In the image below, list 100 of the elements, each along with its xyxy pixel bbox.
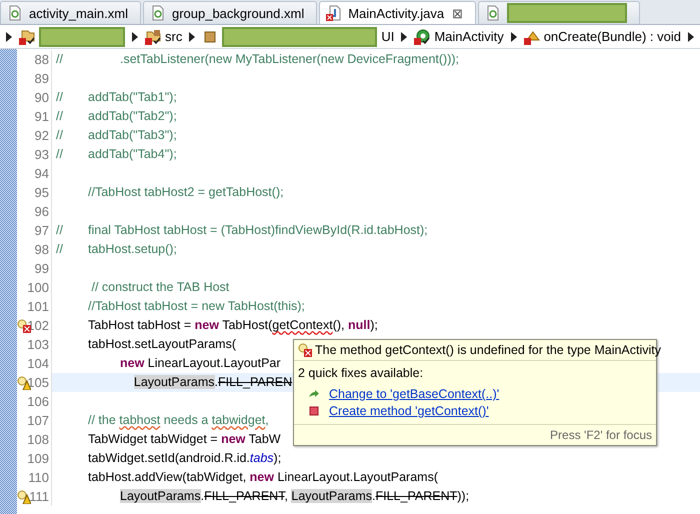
- deprecated-token: FILL_PAREN: [218, 375, 292, 389]
- deprecated-token: FILL_PARENT: [204, 489, 284, 503]
- line-number: 91: [34, 109, 49, 124]
- arrow-icon: [308, 388, 320, 400]
- misspelled-word: tabwidget: [212, 413, 266, 427]
- occurrence-highlight: LayoutParams: [120, 489, 201, 503]
- chevron-right-icon[interactable]: [132, 32, 138, 42]
- code-comment: // final TabHost tabHost = (TabHost)findViewById(R.id.tabHost);: [56, 223, 428, 237]
- chevron-right-icon[interactable]: [6, 32, 12, 42]
- code-text: );: [370, 318, 378, 332]
- xml-file-icon: [7, 5, 23, 21]
- tab-label: group_background.xml: [172, 6, 304, 20]
- quick-fix-summary: 2 quick fixes available:: [298, 366, 424, 380]
- line-number: 103: [27, 337, 49, 352]
- chevron-right-icon[interactable]: [189, 32, 196, 42]
- line-number: 98: [34, 242, 49, 257]
- line-number: 105: [27, 375, 49, 390]
- code-comment: // addTab("Tab1");: [56, 90, 177, 104]
- line-number: 88: [34, 52, 49, 67]
- chevron-right-icon[interactable]: [401, 32, 408, 42]
- line-number: 97: [34, 223, 49, 238]
- code-text: tabWidget.setId(android.R.id.: [88, 451, 250, 465]
- line-number: 108: [27, 432, 49, 447]
- code-text: LinearLayout.LayoutParams(: [277, 470, 438, 484]
- keyword: new: [250, 470, 274, 484]
- code-comment: // addTab("Tab4");: [56, 147, 177, 161]
- quick-fix-link[interactable]: Change to 'getBaseContext(..)': [329, 387, 500, 401]
- code-text: .: [200, 489, 204, 503]
- editor-tab[interactable]: MainActivity.java ⊠: [319, 1, 476, 24]
- tab-label: activity_main.xml: [29, 6, 128, 20]
- breadcrumb-item[interactable]: onCreate(Bundle) : void: [544, 29, 682, 44]
- line-number: 89: [34, 71, 49, 86]
- line-number: 111: [29, 489, 49, 504]
- breadcrumb-item[interactable]: MainActivity: [434, 29, 504, 44]
- code-comment: // addTab("Tab2");: [56, 109, 177, 123]
- quick-fix-link[interactable]: Create method 'getContext()': [329, 404, 489, 418]
- deprecated-token: FILL_PARENT: [376, 489, 458, 503]
- source-folder-error-icon: [145, 28, 161, 44]
- chevron-right-icon[interactable]: [510, 32, 517, 42]
- line-number: 109: [27, 451, 49, 466]
- line-number: 92: [34, 128, 49, 143]
- close-tab-button[interactable]: ⊠: [452, 6, 464, 20]
- code-comment: ,: [265, 413, 269, 427]
- code-text: );: [274, 451, 282, 465]
- keyword: new: [221, 432, 246, 446]
- code-text: ));: [457, 489, 470, 503]
- code-text: LinearLayout.LayoutPar: [148, 356, 281, 370]
- occurrence-highlight: LayoutParams: [134, 375, 215, 389]
- code-text: .: [214, 375, 218, 389]
- code-comment: needs a: [164, 413, 210, 427]
- code-comment: // .setTabListener(new MyTabListener(new DeviceFragment()));: [56, 52, 460, 66]
- class-error-icon: [414, 28, 430, 44]
- lightbulb-warning-icon[interactable]: [17, 490, 31, 504]
- misspelled-word: tabhost: [119, 413, 160, 427]
- code-text: tabHost.addView(tabWidget,: [88, 470, 248, 484]
- code-text: ,: [284, 489, 289, 503]
- line-number: 95: [34, 185, 49, 200]
- method-error-icon: [524, 28, 540, 44]
- xml-file-icon: [150, 5, 166, 21]
- line-number: 96: [34, 204, 49, 219]
- project-error-icon: [19, 28, 35, 44]
- java-file-error-icon: [326, 5, 342, 21]
- code-comment: // construct the TAB Host: [91, 280, 230, 294]
- breadcrumb-item[interactable]: UI: [381, 29, 394, 44]
- line-number: 104: [27, 356, 49, 371]
- line-number: 100: [27, 280, 49, 295]
- code-text: TabW: [248, 432, 281, 446]
- code-comment: // the: [88, 413, 117, 427]
- breadcrumb-item[interactable]: src: [165, 29, 182, 44]
- line-number: 110: [28, 470, 49, 485]
- field-name: tabs: [250, 451, 274, 465]
- editor-tab[interactable]: [478, 1, 640, 24]
- line-number: 94: [34, 166, 49, 181]
- code-comment: //TabHost tabHost = new TabHost(this);: [88, 299, 305, 313]
- code-text: TabHost(: [222, 318, 272, 332]
- tab-label: MainActivity.java: [348, 6, 444, 20]
- editor-tab[interactable]: activity_main.xml: [0, 1, 141, 24]
- line-number: 106: [27, 394, 49, 409]
- code-comment: // addTab("Tab3");: [56, 128, 177, 142]
- error-message: The method getContext() is undefined for the type MainActivity: [315, 343, 662, 357]
- code-text: TabWidget tabWidget =: [88, 432, 219, 446]
- xml-file-icon: [485, 5, 502, 21]
- code-text: tabHost.setLayoutParams(: [88, 337, 236, 351]
- lightbulb-error-icon: [298, 343, 312, 357]
- line-number: 99: [34, 261, 49, 276]
- keyword: new: [120, 356, 144, 370]
- chevron-right-icon[interactable]: [688, 32, 694, 42]
- code-text: (),: [332, 318, 346, 332]
- editor-tab[interactable]: group_background.xml: [142, 1, 318, 24]
- square-icon: [308, 405, 320, 417]
- line-number: 107: [27, 413, 49, 428]
- keyword: new: [194, 318, 219, 332]
- line-number: 101: [27, 299, 49, 314]
- code-text: TabHost tabHost =: [88, 318, 192, 332]
- package-icon: [202, 28, 218, 44]
- line-number: 90: [34, 90, 49, 105]
- code-comment: //TabHost tabHost2 = getTabHost();: [88, 185, 284, 199]
- line-number: 93: [34, 147, 49, 162]
- code-text: .: [372, 489, 376, 503]
- keyword: null: [348, 318, 370, 332]
